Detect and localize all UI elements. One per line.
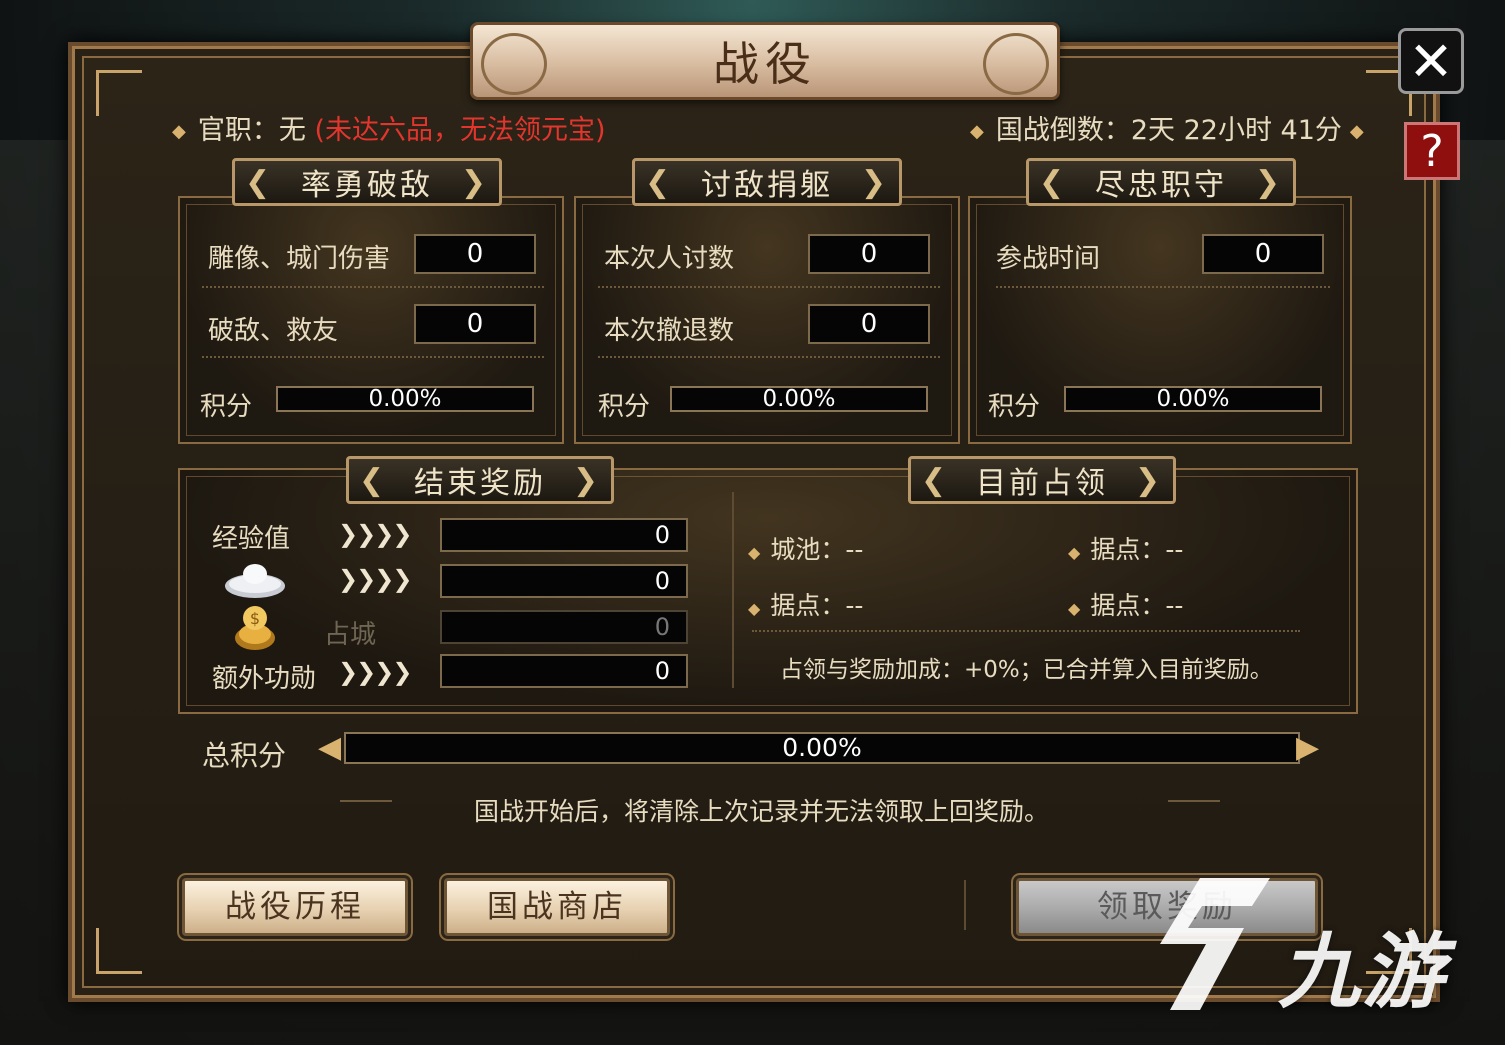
divider [964,880,966,930]
reset-notice: 国战开始后，将清除上次记录并无法领取上回奖励。 [474,797,1050,826]
countdown-label: 国战倒数： [995,115,1131,146]
watermark-text: 九游 [1278,925,1446,1020]
diamond-bullet-icon: ◆ [748,599,761,618]
divider [752,630,1300,632]
silver-ingot-icon [225,564,285,598]
score-label: 积分 [598,392,651,422]
chevron-left-icon: ❮ [921,463,950,498]
stat-value: 0 [808,304,930,344]
countdown-info: ◆ 国战倒数：2天 22小时 41分 ◆ [970,108,1376,147]
close-button[interactable]: ✕ [1398,28,1464,94]
reward-label: 经验值 [212,524,291,554]
score-bar: 0.00% [276,386,534,412]
diamond-bullet-icon: ◆ [172,121,186,142]
diamond-bullet-icon: ◆ [1068,543,1081,562]
section-header-duty: ❮ 尽忠职守 ❯ [1026,158,1296,206]
corner-ornament [96,928,142,974]
divider [1168,800,1220,802]
section-header-occupation: ❮ 目前占领 ❯ [908,456,1176,504]
diamond-bullet-icon: ◆ [970,121,984,142]
question-icon: ? [1420,125,1444,177]
divider [732,492,734,688]
section-header-kill: ❮ 讨敌捐躯 ❯ [632,158,902,206]
divider [202,356,544,358]
diamond-bullet-icon: ◆ [1349,121,1364,142]
arrows-icon: ❯❯❯❯ [338,658,412,686]
arrow-left-ornament-icon: ◀ [318,730,342,765]
score-label: 积分 [988,392,1041,422]
war-shop-button[interactable]: 国战商店 [444,878,670,936]
total-score-bar: 0.00% [344,732,1300,764]
chevron-left-icon: ❮ [245,165,274,200]
divider [340,800,392,802]
divider [598,356,940,358]
score-bar: 0.00% [1064,386,1322,412]
close-icon: ✕ [1408,29,1454,93]
stat-value: 0 [414,234,536,274]
rank-warning: (未达六品，无法领元宝) [314,115,606,146]
chevron-right-icon: ❯ [1134,463,1163,498]
score-bar: 0.00% [670,386,928,412]
divider [202,286,544,288]
arrow-right-ornament-icon: ▶ [1296,730,1320,765]
occupation-item: ◆ 城池：-- [748,535,864,564]
total-score-label: 总积分 [202,739,287,772]
divider [598,286,940,288]
chevron-right-icon: ❯ [572,463,601,498]
page-title: 战役 [713,37,817,91]
help-button[interactable]: ? [1404,122,1460,180]
reward-label-dim: 占城 [324,620,377,650]
arrows-icon: ❯❯❯❯ [338,565,412,593]
reward-value: 0 [440,610,688,644]
occupation-item: ◆ 据点：-- [1068,591,1184,620]
gold-ingot-icon: $ [235,606,275,650]
reward-value: 0 [440,564,688,598]
occupation-bonus-note: 占领与奖励加成：+0%；已合并算入目前奖励。 [780,657,1273,683]
chevron-right-icon: ❯ [460,165,489,200]
chevron-right-icon: ❯ [1254,165,1283,200]
section-header-rewards: ❮ 结束奖励 ❯ [346,456,614,504]
section-header-bravery: ❮ 率勇破敌 ❯ [232,158,502,206]
stat-label: 本次人讨数 [604,244,735,274]
score-label: 积分 [200,392,253,422]
stat-value: 0 [1202,234,1324,274]
countdown-value: 2天 22小时 41分 [1130,115,1342,146]
stat-label: 本次撤退数 [604,316,735,346]
arrows-icon: ❯❯❯❯ [338,520,412,548]
stat-label: 参战时间 [996,244,1101,274]
reward-value: 0 [440,654,688,688]
chevron-left-icon: ❮ [645,165,674,200]
official-rank-info: ◆ 官职：无 (未达六品，无法领元宝) [172,108,606,147]
occupation-item: ◆ 据点：-- [748,591,864,620]
rank-label: 官职： [197,115,279,146]
chevron-right-icon: ❯ [860,165,889,200]
chevron-left-icon: ❮ [1039,165,1068,200]
scroll-ornament-icon [481,33,547,95]
reward-value: 0 [440,518,688,552]
occupation-item: ◆ 据点：-- [1068,535,1184,564]
reward-label: 额外功勋 [212,664,317,694]
stat-value: 0 [808,234,930,274]
corner-ornament [96,70,142,116]
rank-value: 无 [278,115,306,146]
diamond-bullet-icon: ◆ [748,543,761,562]
stat-value: 0 [414,304,536,344]
diamond-bullet-icon: ◆ [1068,599,1081,618]
stat-label: 雕像、城门伤害 [208,244,391,274]
title-plate: 战役 [470,22,1060,100]
chevron-left-icon: ❮ [359,463,388,498]
divider [996,286,1330,288]
stat-label: 破敌、救友 [208,316,339,346]
svg-text:$: $ [250,609,260,628]
campaign-history-button[interactable]: 战役历程 [182,878,408,936]
scroll-ornament-icon [983,33,1049,95]
